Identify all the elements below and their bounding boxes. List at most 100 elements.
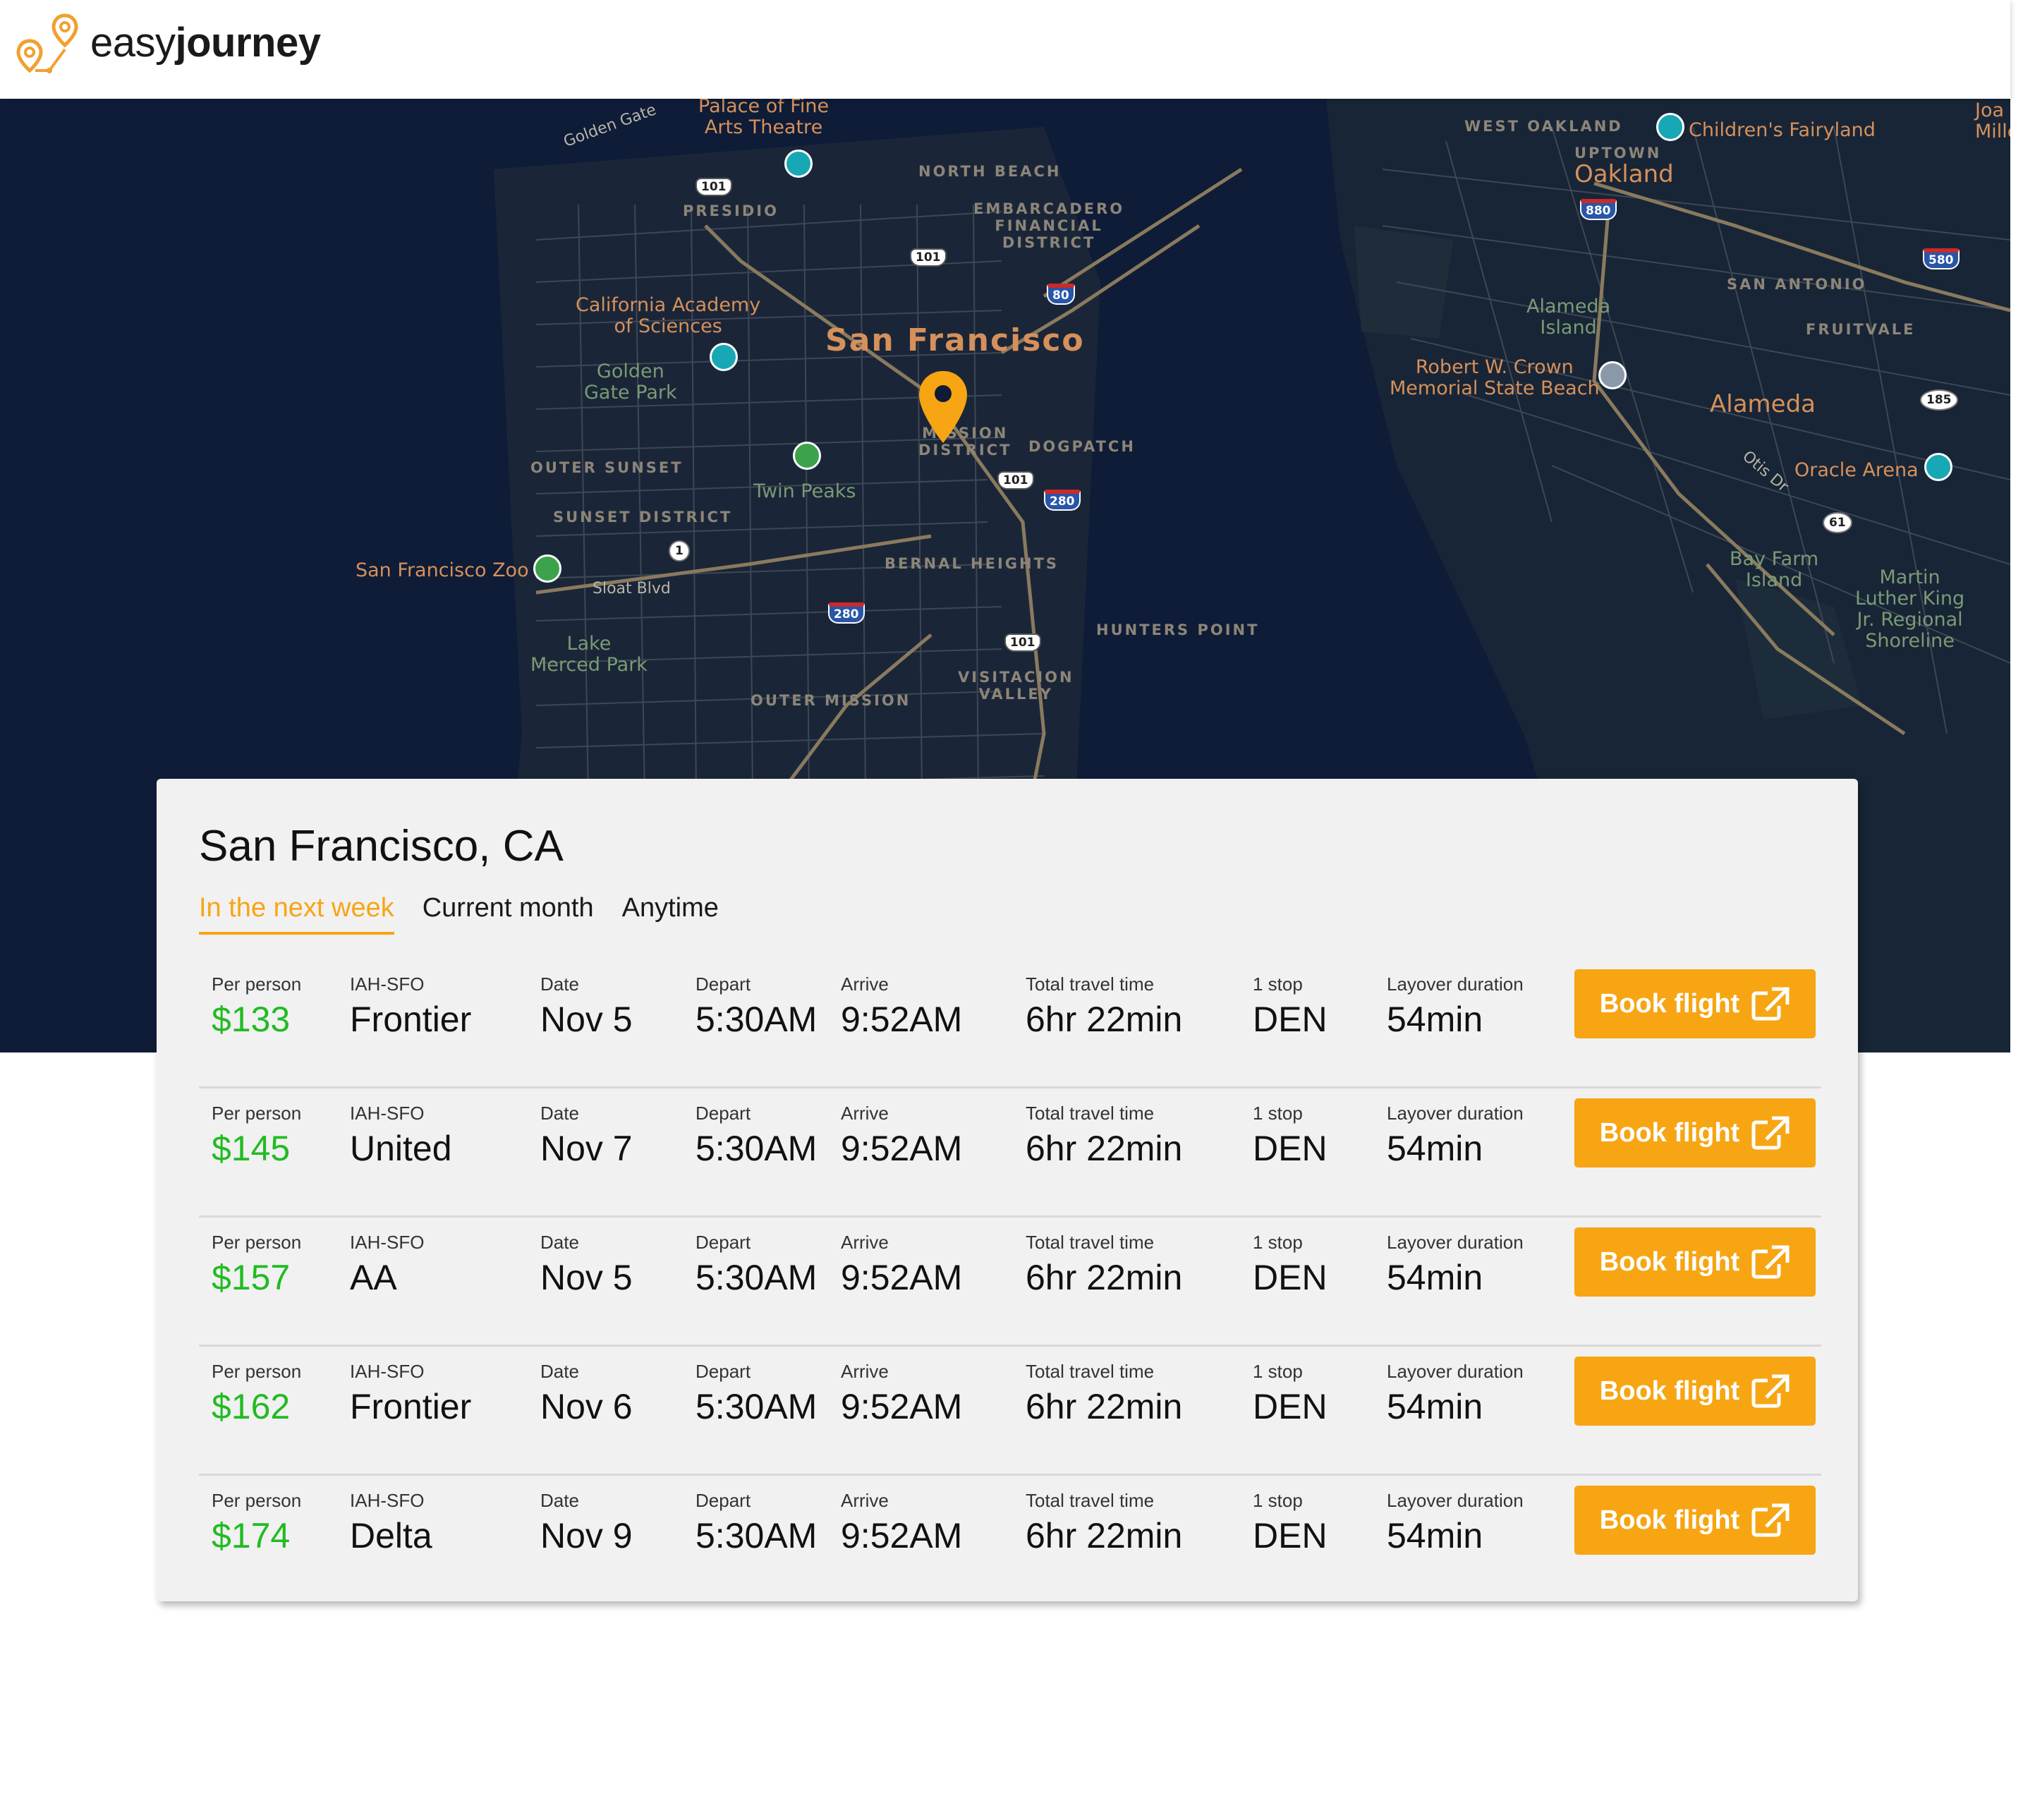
arrive-cell: Arrive 9:52AM — [841, 1490, 962, 1558]
book-flight-label: Book flight — [1599, 1117, 1740, 1148]
route-label: IAH-SFO — [350, 973, 425, 995]
layover-cell: Layover duration 54min — [1387, 973, 1524, 1041]
beach-poi-icon[interactable] — [1598, 361, 1627, 389]
date-label: Date — [540, 1103, 579, 1124]
flight-row: Per person $162 IAH-SFO Frontier Date Nov 6… — [199, 1347, 1821, 1476]
date-cell: Date Nov 7 — [540, 1103, 633, 1170]
date-cell: Date Nov 5 — [540, 1232, 633, 1299]
map-label-palace-fine-arts: Palace of Fine Arts Theatre — [698, 99, 830, 138]
highway-shield: 101 — [910, 248, 947, 267]
flight-list: Per person $133 IAH-SFO Frontier Date Nov 5… — [199, 959, 1821, 1603]
airline-value: Frontier — [350, 1000, 472, 1039]
book-flight-button[interactable]: Book flight — [1574, 1357, 1816, 1426]
depart-label: Depart — [695, 973, 751, 995]
map-label-sloat-blvd: Sloat Blvd — [593, 580, 671, 597]
layover-value: 54min — [1387, 1129, 1483, 1168]
arrive-cell: Arrive 9:52AM — [841, 973, 962, 1041]
price-value: $162 — [212, 1387, 291, 1426]
price-value: $157 — [212, 1258, 291, 1297]
map-label-twin-peaks: Twin Peaks — [753, 480, 856, 502]
airline-value: United — [350, 1129, 452, 1168]
map-pin-route-icon — [16, 13, 78, 73]
airline-value: Delta — [350, 1516, 432, 1555]
zoo-poi-icon[interactable] — [533, 554, 561, 583]
map-label-sf-zoo: San Francisco Zoo — [356, 559, 529, 581]
stops-label: 1 stop — [1253, 1361, 1303, 1382]
layover-value: 54min — [1387, 1000, 1483, 1039]
price-cell: Per person $162 — [212, 1361, 301, 1428]
date-label: Date — [540, 1490, 579, 1511]
map-label-hunters-point: HUNTERS POINT — [1096, 621, 1260, 638]
layover-cell: Layover duration 54min — [1387, 1361, 1524, 1428]
airline-cell: IAH-SFO Delta — [350, 1490, 432, 1558]
date-label: Date — [540, 973, 579, 995]
map-pin-icon[interactable] — [917, 370, 969, 444]
depart-value: 5:30AM — [695, 1129, 818, 1168]
flight-row: Per person $157 IAH-SFO AA Date Nov 5 Depar… — [199, 1218, 1821, 1347]
stop-airport-value: DEN — [1253, 1387, 1328, 1426]
map-label-joaquin-miller: Joa Mille — [1975, 99, 2010, 142]
arrive-value: 9:52AM — [841, 1258, 963, 1297]
date-range-tabs: In the next week Current month Anytime — [199, 893, 747, 935]
highway-shield: 101 — [695, 178, 732, 196]
depart-value: 5:30AM — [695, 1387, 818, 1426]
arrive-value: 9:52AM — [841, 1129, 963, 1168]
highway-shield: 61 — [1823, 512, 1852, 533]
map-label-golden-gate-park: Golden Gate Park — [584, 360, 677, 404]
date-cell: Date Nov 5 — [540, 973, 633, 1041]
depart-label: Depart — [695, 1361, 751, 1382]
map-label-alameda-island: Alameda Island — [1526, 296, 1611, 339]
arena-poi-icon[interactable] — [1924, 453, 1952, 481]
route-label: IAH-SFO — [350, 1103, 425, 1124]
total-time-cell: Total travel time 6hr 22min — [1026, 973, 1182, 1041]
stops-cell: 1 stop DEN — [1253, 1232, 1328, 1299]
park-poi-icon[interactable] — [793, 442, 821, 470]
map-label-sunset-district: SUNSET DISTRICT — [553, 509, 733, 526]
map-label-bernal-heights: BERNAL HEIGHTS — [885, 555, 1059, 572]
price-value: $145 — [212, 1129, 291, 1168]
book-flight-button[interactable]: Book flight — [1574, 969, 1816, 1038]
highway-shield: 101 — [997, 471, 1034, 490]
external-link-icon — [1751, 1116, 1790, 1150]
total-time-label: Total travel time — [1026, 1361, 1155, 1382]
price-label: Per person — [212, 1490, 302, 1511]
theater-poi-icon[interactable] — [784, 150, 813, 178]
price-cell: Per person $157 — [212, 1232, 301, 1299]
layover-cell: Layover duration 54min — [1387, 1103, 1524, 1170]
amusement-poi-icon[interactable] — [1656, 113, 1684, 141]
date-value: Nov 5 — [540, 1258, 633, 1297]
stops-cell: 1 stop DEN — [1253, 973, 1328, 1041]
date-value: Nov 9 — [540, 1516, 633, 1555]
book-flight-label: Book flight — [1599, 988, 1740, 1019]
highway-shield: 280 — [828, 602, 865, 624]
route-label: IAH-SFO — [350, 1361, 425, 1382]
map-label-embarcadero: EMBARCADERO FINANCIAL DISTRICT — [973, 200, 1125, 251]
depart-cell: Depart 5:30AM — [695, 1232, 817, 1299]
tab-next-week[interactable]: In the next week — [199, 893, 394, 935]
total-time-value: 6hr 22min — [1026, 1516, 1183, 1555]
airline-cell: IAH-SFO Frontier — [350, 1361, 471, 1428]
stops-label: 1 stop — [1253, 1490, 1303, 1511]
book-flight-button[interactable]: Book flight — [1574, 1098, 1816, 1167]
museum-poi-icon[interactable] — [710, 343, 738, 371]
total-time-value: 6hr 22min — [1026, 1129, 1183, 1168]
layover-cell: Layover duration 54min — [1387, 1232, 1524, 1299]
tab-anytime[interactable]: Anytime — [622, 893, 719, 935]
book-flight-button[interactable]: Book flight — [1574, 1486, 1816, 1555]
map-label-robert-crown-beach: Robert W. Crown Memorial State Beach — [1390, 356, 1600, 399]
book-flight-button[interactable]: Book flight — [1574, 1227, 1816, 1297]
date-label: Date — [540, 1232, 579, 1253]
brand-logo[interactable]: easyjourney — [14, 13, 321, 73]
map-label-alameda: Alameda — [1710, 390, 1816, 418]
tab-current-month[interactable]: Current month — [423, 893, 594, 935]
total-time-label: Total travel time — [1026, 1490, 1155, 1511]
arrive-label: Arrive — [841, 973, 889, 995]
arrive-label: Arrive — [841, 1232, 889, 1253]
depart-value: 5:30AM — [695, 1000, 818, 1039]
arrive-cell: Arrive 9:52AM — [841, 1232, 962, 1299]
total-time-label: Total travel time — [1026, 1103, 1155, 1124]
flight-row: Per person $145 IAH-SFO United Date Nov 7 D… — [199, 1088, 1821, 1218]
map-label-visitacion-valley: VISITACION VALLEY — [958, 669, 1074, 703]
arrive-value: 9:52AM — [841, 1516, 963, 1555]
depart-cell: Depart 5:30AM — [695, 1103, 817, 1170]
